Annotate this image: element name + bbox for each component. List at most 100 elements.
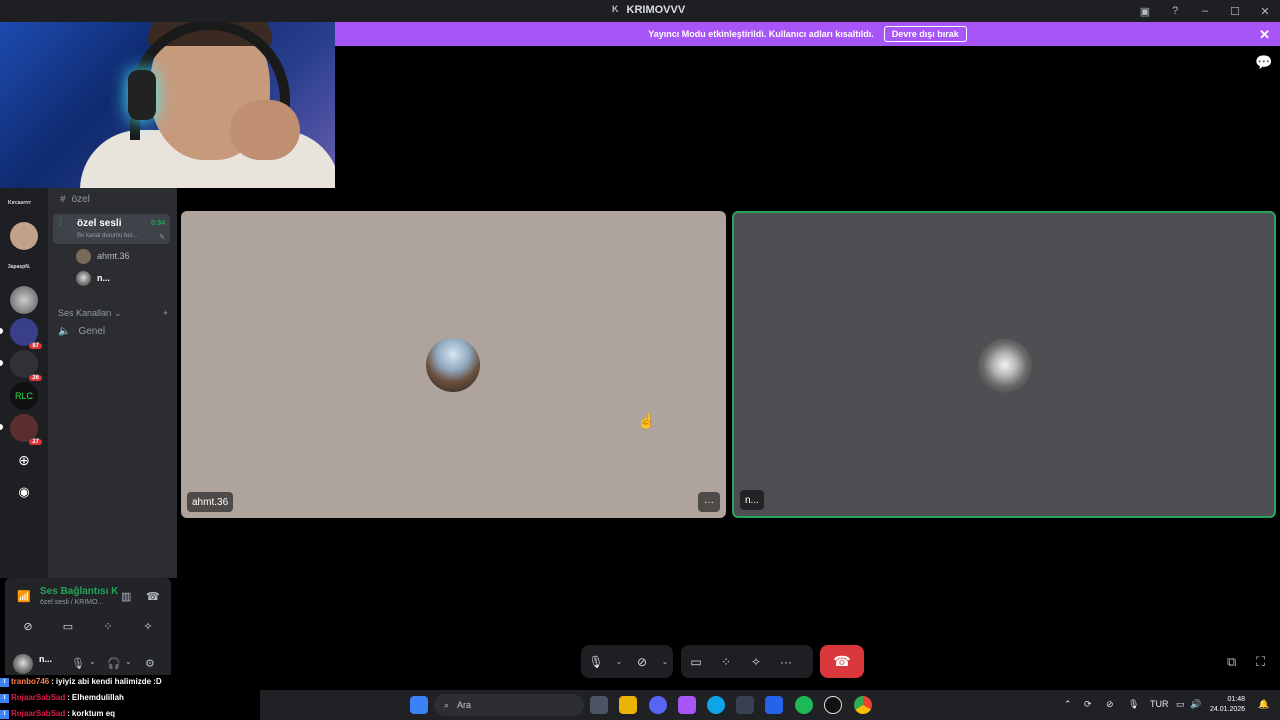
participant-tile-speaking[interactable]: n... (732, 211, 1276, 518)
participant-avatar (426, 338, 480, 392)
sync-icon[interactable]: ⟳ (1084, 699, 1092, 710)
maximize-icon[interactable]: ☐ (1220, 0, 1250, 22)
mic-tray-icon[interactable]: 🎙 (1128, 699, 1139, 710)
mic-options-chevron-icon[interactable]: ⌄ (611, 645, 627, 678)
participant-tile[interactable]: ahmt.36 ··· (181, 211, 726, 518)
more-options-icon[interactable]: ··· (698, 492, 720, 512)
user-avatar[interactable] (13, 654, 33, 674)
category-voice-channels[interactable]: Ses Kanalları ⌄ + (58, 308, 168, 319)
stream-chat-overlay: t tranbo746 : iyiyiz abi kendi halimizde… (0, 674, 260, 720)
chat-bubble-icon[interactable]: 💬 (1255, 54, 1272, 71)
chat-message: t tranbo746 : iyiyiz abi kendi halimizde… (0, 674, 260, 690)
voice-channel-genel[interactable]: 🔈 Genel (58, 326, 105, 337)
minimize-icon[interactable]: – (1190, 0, 1220, 22)
user-panel: n... 🎙 ⌄ 🎧 ⌄ ⚙ (5, 643, 171, 675)
discover-icon[interactable]: ◉ (10, 478, 38, 506)
clock-date: 24.01.2026 (1210, 706, 1246, 713)
notification-icon[interactable]: 🔔 (1258, 699, 1269, 710)
search-placeholder: Ara (457, 700, 472, 710)
more-icon[interactable]: ··· (771, 645, 801, 678)
obs-icon[interactable] (824, 696, 842, 714)
headphones-icon[interactable]: 🎧 (107, 657, 121, 670)
voice-member[interactable]: ahmt.36 (76, 248, 130, 264)
chat-username: tranbo746 (11, 677, 50, 686)
participant-name: n... (740, 490, 764, 510)
voice-connected-label[interactable]: Ses Bağlantısı K (40, 586, 118, 597)
voice-activity-icon: ⫶ (59, 217, 62, 229)
file-explorer-icon[interactable] (619, 696, 637, 714)
member-name: ahmt.36 (97, 251, 130, 261)
close-window-icon[interactable]: ✕ (1250, 0, 1280, 22)
call-action-controls: ▭ ⁘ ✧ ··· (681, 645, 813, 678)
server-avatar-4[interactable]: 26 (10, 350, 42, 381)
headphones-chevron-icon[interactable]: ⌄ (125, 657, 132, 666)
discord-icon[interactable] (649, 696, 667, 714)
add-channel-icon[interactable]: + (163, 308, 168, 319)
voice-channel-active[interactable]: ⫶ özel sesli 0:34 Bir kanal durumu bel..… (53, 214, 170, 244)
copilot-icon[interactable] (678, 696, 696, 714)
edge-icon[interactable] (707, 696, 725, 714)
avatar (76, 270, 91, 286)
camera-off-icon[interactable]: ⊘ (627, 645, 657, 678)
mention-badge: 27 (29, 439, 42, 445)
clock[interactable]: 01:48 24.01.2026 (1210, 695, 1245, 715)
screen-share-button[interactable]: ▭ (51, 616, 85, 636)
help-icon[interactable]: ? (1160, 0, 1190, 22)
voice-member[interactable]: n... (76, 270, 110, 286)
camera-off-button[interactable]: ⊘ (11, 616, 45, 636)
noise-suppression-icon[interactable]: ▥ (121, 590, 131, 603)
server-avatar-1[interactable] (10, 222, 38, 250)
settings-gear-icon[interactable]: ⚙ (145, 657, 155, 670)
twitch-icon: t (0, 709, 9, 719)
server-wolf-avatar[interactable] (10, 286, 38, 314)
volume-icon[interactable]: 🔊 (1190, 699, 1201, 710)
language-indicator[interactable]: TUR (1150, 699, 1169, 709)
server-avatar-6[interactable]: 27 (10, 414, 42, 445)
task-view-icon[interactable] (590, 696, 608, 714)
member-name: n... (97, 273, 110, 283)
channel-name: Genel (78, 326, 106, 337)
voice-channel-name: özel sesli (77, 218, 122, 229)
title-text: KRIMOVVV (626, 4, 686, 16)
speaker-icon: 🔈 (58, 326, 71, 337)
start-icon[interactable] (410, 696, 428, 714)
activities-icon[interactable]: ⁘ (711, 645, 741, 678)
chrome-icon[interactable] (854, 696, 872, 714)
channel-sidebar: # özel ⫶ özel sesli 0:34 Bir kanal durum… (48, 188, 177, 578)
tray-chevron-icon[interactable]: ⌃ (1064, 699, 1072, 710)
spotify-icon[interactable] (795, 696, 813, 714)
voice-connected-sub[interactable]: özel sesli / KRIMO... (40, 599, 103, 606)
activities-button[interactable]: ⁘ (91, 616, 125, 636)
display-icon[interactable]: ▭ (1176, 699, 1185, 710)
store-icon[interactable] (736, 696, 754, 714)
chat-username: RojaarSabSad (11, 709, 66, 718)
text-channel-ozel[interactable]: # özel (60, 194, 90, 205)
hang-up-button[interactable]: ☎ (820, 645, 864, 678)
mail-icon[interactable] (765, 696, 783, 714)
clock-time: 01:48 (1227, 696, 1246, 703)
disable-streamer-button[interactable]: Devre dışı bırak (883, 26, 967, 42)
server-avatar-3[interactable]: 87 (10, 318, 42, 349)
user-name[interactable]: n... (39, 654, 52, 664)
popout-icon[interactable]: ⧉ (1227, 654, 1236, 670)
network-off-icon[interactable]: ⊘ (1106, 699, 1114, 710)
soundboard-button[interactable]: ✧ (131, 616, 165, 636)
twitch-icon: t (0, 693, 9, 703)
edit-icon[interactable]: ✎ (159, 233, 165, 241)
camera-options-chevron-icon[interactable]: ⌄ (657, 645, 673, 678)
microphone-icon[interactable]: 🎙 (581, 645, 611, 678)
mic-chevron-icon[interactable]: ⌄ (89, 657, 96, 666)
title-bar: K KRIMOVVV ▣ ? – ☐ ✕ (0, 0, 1280, 22)
chat-text: iyiyiz abi kendi halimizde :D (55, 677, 162, 686)
screen-share-icon[interactable]: ▭ (681, 645, 711, 678)
disconnect-icon[interactable]: ☎ (146, 590, 160, 603)
fullscreen-icon[interactable]: ⛶ (1256, 654, 1265, 670)
banner-close-icon[interactable]: ✕ (1259, 27, 1270, 43)
microphone-icon[interactable]: 🎙 (71, 657, 85, 670)
taskbar-search[interactable]: ⌕ Ara (434, 694, 584, 716)
soundboard-icon[interactable]: ✧ (741, 645, 771, 678)
server-rlc[interactable]: RLC (10, 382, 38, 410)
add-server-icon[interactable]: ⊕ (10, 446, 38, 474)
search-icon: ⌕ (444, 699, 450, 710)
inbox-icon[interactable]: ▣ (1130, 0, 1160, 22)
